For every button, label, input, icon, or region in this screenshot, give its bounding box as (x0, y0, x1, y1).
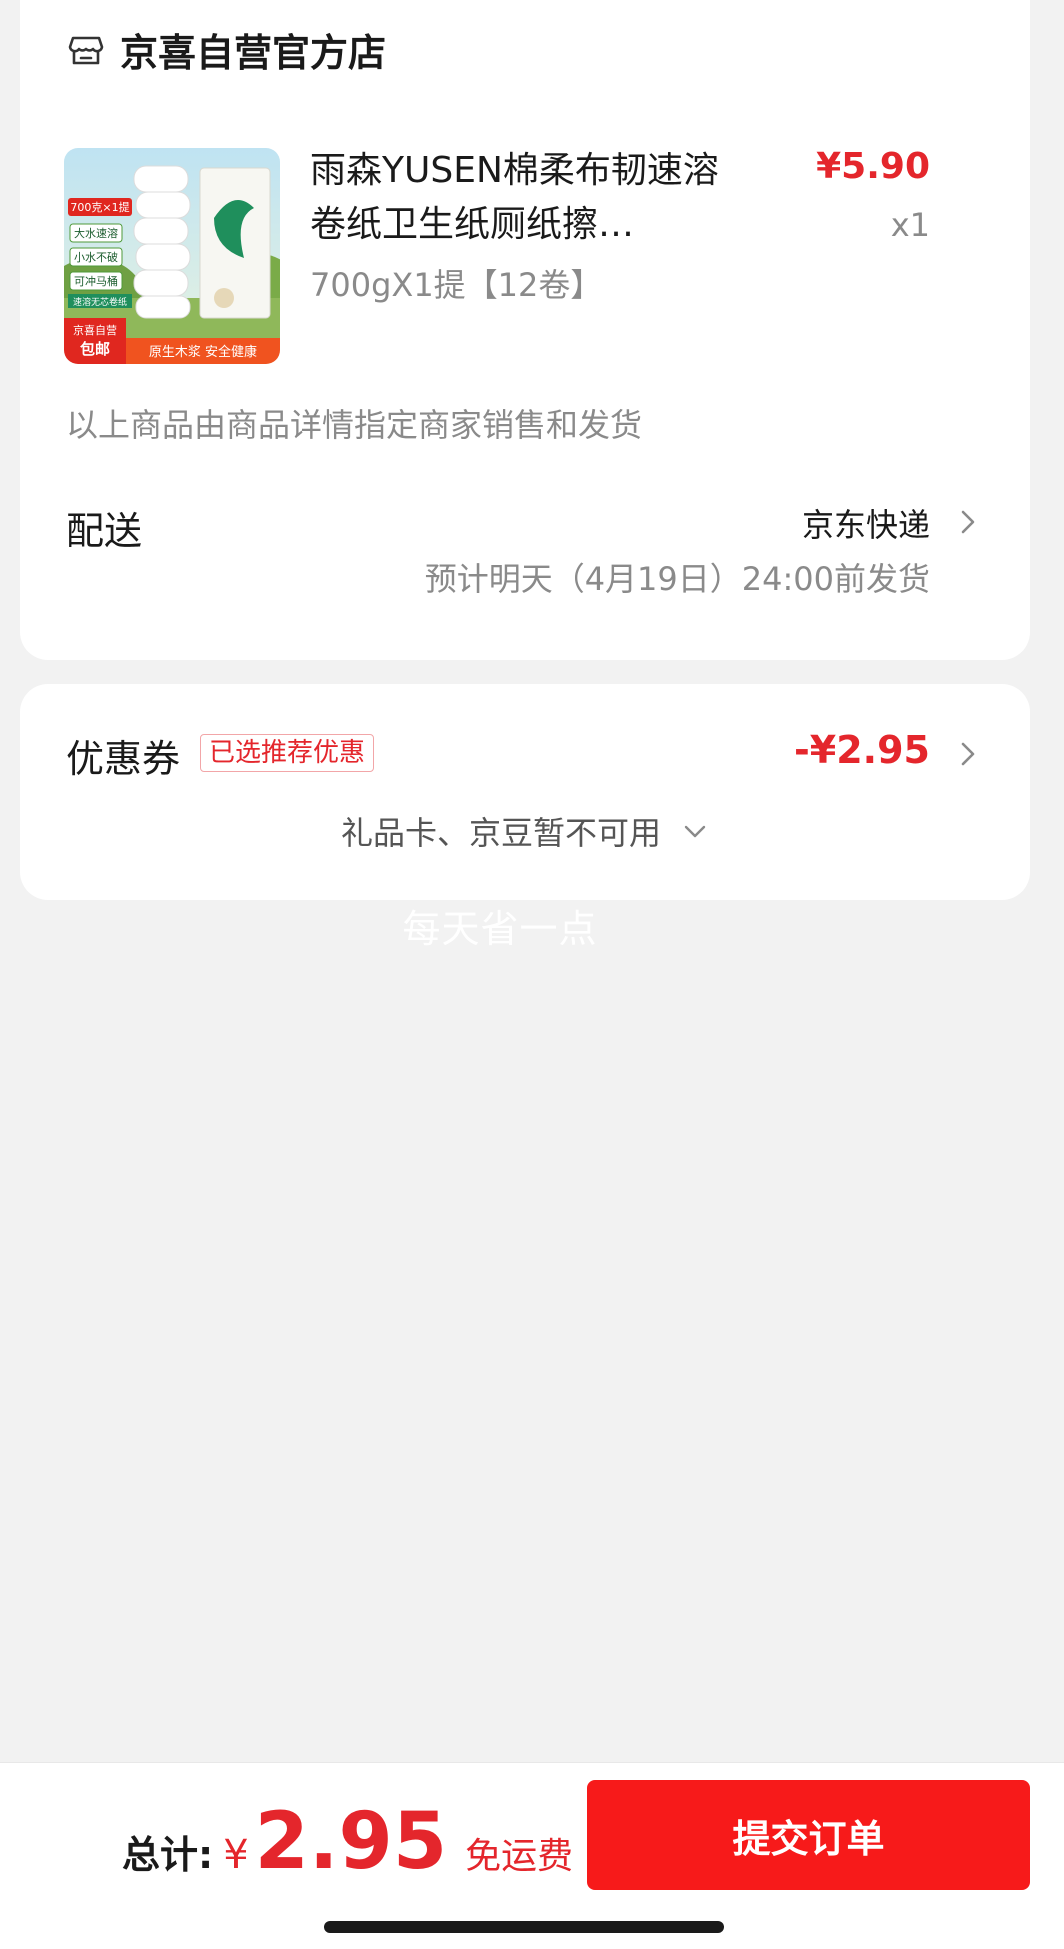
image-top-badge: 700克×1提 (70, 201, 129, 214)
chevron-down-icon[interactable] (681, 817, 709, 845)
store-icon (68, 36, 104, 64)
store-name[interactable]: 京喜自营官方店 (120, 22, 386, 77)
total-label: 总计: (122, 1833, 214, 1877)
image-green-strip: 速溶无芯卷纸 (73, 296, 127, 308)
home-indicator[interactable] (324, 1921, 724, 1933)
delivery-label: 配送 (66, 509, 143, 553)
product-title[interactable]: 雨森YUSEN棉柔布韧速溶卷纸卫生纸厕纸擦… (310, 144, 750, 252)
coupon-badge: 已选推荐优惠 (200, 734, 375, 772)
coupon-card: 优惠券 已选推荐优惠 -¥2.95 礼品卡、京豆暂不可用 (20, 684, 1030, 900)
checkout-bar: 总计: ¥ 2.95 免运费 提交订单 (0, 1762, 1064, 1949)
delivery-estimate: 预计明天（4月19日）24:00前发货 (424, 560, 930, 598)
image-corner-bottom: 包邮 (80, 340, 110, 358)
total-currency: ¥ (223, 1832, 249, 1878)
image-feature: 大水速溶 (74, 226, 118, 240)
chevron-right-icon[interactable] (954, 736, 982, 772)
shipping-fee: 免运费 (465, 1836, 574, 1877)
store-order-card: 京喜自营官方店 700克×1提 大水速溶 小水不破 可冲马桶 速溶无芯卷纸 京喜… (20, 0, 1030, 660)
chevron-right-icon[interactable] (954, 504, 982, 540)
coupon-discount[interactable]: -¥2.95 (794, 728, 930, 772)
product-quantity: x1 (890, 206, 930, 244)
total-amount: 2.95 (254, 1797, 448, 1887)
store-header[interactable]: 京喜自营官方店 (68, 22, 386, 77)
image-corner-top: 京喜自营 (73, 323, 117, 337)
product-image[interactable]: 700克×1提 大水速溶 小水不破 可冲马桶 速溶无芯卷纸 京喜自营 包邮 原生… (64, 148, 280, 364)
product-price: ¥5.90 (816, 146, 930, 187)
product-photo: 700克×1提 大水速溶 小水不破 可冲马桶 速溶无芯卷纸 京喜自营 包邮 原生… (64, 148, 280, 364)
seller-note: 以上商品由商品详情指定商家销售和发货 (66, 406, 643, 444)
gift-card-toggle[interactable]: 礼品卡、京豆暂不可用 (20, 808, 1030, 854)
coupon-label: 优惠券 (66, 737, 181, 781)
delivery-method[interactable]: 京东快递 (802, 500, 930, 546)
submit-order-button[interactable]: 提交订单 (587, 1780, 1030, 1890)
product-spec[interactable]: 700gX1提【12卷】 (310, 260, 602, 306)
watermark-slogan: 每天省一点 (402, 907, 598, 951)
total-summary: 总计: ¥ 2.95 免运费 (122, 1797, 573, 1887)
image-feature: 可冲马桶 (74, 274, 118, 288)
coupon-note: 礼品卡、京豆暂不可用 (340, 814, 661, 852)
image-bottom-banner: 原生木浆 安全健康 (149, 344, 257, 360)
image-feature: 小水不破 (74, 250, 118, 264)
